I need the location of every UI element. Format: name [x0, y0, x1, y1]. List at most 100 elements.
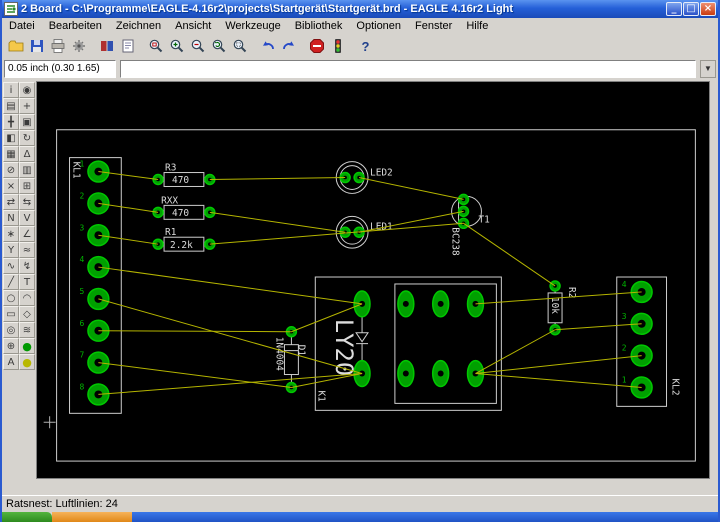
- kl2-pin-number: 3: [622, 312, 627, 321]
- via-tool-icon[interactable]: ◎: [3, 322, 19, 338]
- rotate-tool-icon[interactable]: ↻: [19, 130, 35, 146]
- command-input[interactable]: [120, 60, 696, 78]
- minimize-button[interactable]: _: [666, 2, 682, 16]
- library-book-icon: [99, 38, 115, 54]
- zoom-out-icon: [190, 38, 206, 54]
- airwire[interactable]: [210, 178, 345, 180]
- mark-tool-icon[interactable]: +: [19, 98, 35, 114]
- errors-tool-icon[interactable]: ●: [19, 354, 35, 370]
- paste-tool-icon[interactable]: ▥: [19, 162, 35, 178]
- kl1-pin-number: 7: [79, 351, 84, 360]
- menu-fenster[interactable]: Fenster: [408, 19, 459, 33]
- airwire[interactable]: [98, 267, 362, 304]
- r3-name: R3: [165, 163, 176, 174]
- move-tool-icon[interactable]: ╋: [3, 114, 19, 130]
- board-canvas[interactable]: 12345678 4321 KL1 R3 470 RXX 470 R1 2.2k…: [37, 82, 709, 478]
- airwire[interactable]: [98, 363, 291, 388]
- replace-tool-icon[interactable]: ⇆: [19, 194, 35, 210]
- change-tool-icon[interactable]: Δ: [19, 146, 35, 162]
- delete-tool-icon[interactable]: ×: [3, 178, 19, 194]
- ratsnest-status: Ratsnest: Luftlinien: 24: [6, 498, 118, 510]
- library-button[interactable]: [96, 36, 117, 57]
- pinswap-tool-icon[interactable]: ⇄: [3, 194, 19, 210]
- drill-hole: [438, 301, 444, 307]
- airwire[interactable]: [359, 178, 463, 200]
- kl1-pin-number: 8: [79, 382, 84, 391]
- print-button[interactable]: [47, 36, 68, 57]
- cam-gear-icon: [71, 38, 87, 54]
- airwire[interactable]: [475, 330, 555, 374]
- script-button[interactable]: [117, 36, 138, 57]
- coordinate-display: 0.05 inch (0.30 1.65): [4, 60, 116, 78]
- undo-button[interactable]: [257, 36, 278, 57]
- menu-optionen[interactable]: Optionen: [349, 19, 408, 33]
- airwire[interactable]: [210, 212, 345, 232]
- menu-bearbeiten[interactable]: Bearbeiten: [42, 19, 109, 33]
- open-button[interactable]: [5, 36, 26, 57]
- zoom-out-button[interactable]: [187, 36, 208, 57]
- menu-werkzeuge[interactable]: Werkzeuge: [218, 19, 287, 33]
- ratsnest-tool-icon[interactable]: ●: [19, 338, 35, 354]
- group-tool-icon[interactable]: ▦: [3, 146, 19, 162]
- airwire[interactable]: [555, 324, 642, 330]
- cam-button[interactable]: [68, 36, 89, 57]
- airwire[interactable]: [291, 374, 362, 388]
- arc-tool-icon[interactable]: ◠: [19, 290, 35, 306]
- help-button[interactable]: ?: [355, 36, 376, 57]
- wire-tool-icon[interactable]: ╱: [3, 274, 19, 290]
- taskbar-strip: [132, 512, 720, 522]
- zoom-fit-button[interactable]: [145, 36, 166, 57]
- zoom-select-icon: [232, 38, 248, 54]
- kl2-pads[interactable]: 4321: [622, 280, 652, 398]
- display-tool-icon[interactable]: ▤: [3, 98, 19, 114]
- hole-tool-icon[interactable]: ⊕: [3, 338, 19, 354]
- redo-button[interactable]: [278, 36, 299, 57]
- rect-tool-icon[interactable]: ▭: [3, 306, 19, 322]
- zoom-select-button[interactable]: [229, 36, 250, 57]
- signal-tool-icon[interactable]: ≋: [19, 322, 35, 338]
- split-tool-icon[interactable]: Y: [3, 242, 19, 258]
- close-button[interactable]: ×: [700, 2, 716, 16]
- toolbar: ?: [2, 34, 718, 58]
- miter-tool-icon[interactable]: ∠: [19, 226, 35, 242]
- ripup-tool-icon[interactable]: ↯: [19, 258, 35, 274]
- polygon-tool-icon[interactable]: ◇: [19, 306, 35, 322]
- menu-bibliothek[interactable]: Bibliothek: [288, 19, 350, 33]
- save-button[interactable]: [26, 36, 47, 57]
- stop-button[interactable]: [306, 36, 327, 57]
- text-tool-icon[interactable]: T: [19, 274, 35, 290]
- zoom-in-button[interactable]: [166, 36, 187, 57]
- zoom-redraw-button[interactable]: [208, 36, 229, 57]
- menu-hilfe[interactable]: Hilfe: [459, 19, 495, 33]
- circle-tool-icon[interactable]: ○: [3, 290, 19, 306]
- kl1-pads[interactable]: 12345678: [79, 160, 108, 405]
- info-tool-icon[interactable]: i: [3, 82, 19, 98]
- value-tool-icon[interactable]: V: [19, 210, 35, 226]
- maximize-button[interactable]: □: [683, 2, 699, 16]
- add-tool-icon[interactable]: ⊞: [19, 178, 35, 194]
- route-tool-icon[interactable]: ∿: [3, 258, 19, 274]
- airwire[interactable]: [210, 223, 464, 244]
- smash-tool-icon[interactable]: ∗: [3, 226, 19, 242]
- mirror-tool-icon[interactable]: ◧: [3, 130, 19, 146]
- show-tool-icon[interactable]: ◉: [19, 82, 35, 98]
- name-tool-icon[interactable]: N: [3, 210, 19, 226]
- start-button[interactable]: [0, 512, 52, 522]
- menu-zeichnen[interactable]: Zeichnen: [109, 19, 168, 33]
- k1-pads[interactable]: [354, 291, 483, 387]
- airwire[interactable]: [98, 299, 362, 374]
- command-dropdown-button[interactable]: ▼: [700, 60, 716, 78]
- optimize-tool-icon[interactable]: ≈: [19, 242, 35, 258]
- menu-ansicht[interactable]: Ansicht: [168, 19, 218, 33]
- run-button[interactable]: [327, 36, 348, 57]
- airwire[interactable]: [98, 331, 291, 332]
- kl2-pin-number: 2: [622, 344, 627, 353]
- taskbar-active-window-button[interactable]: [52, 512, 132, 522]
- kl2-pin-number: 1: [622, 375, 627, 384]
- app-icon: [4, 2, 18, 16]
- auto-tool-icon[interactable]: A: [3, 354, 19, 370]
- toolbar-separator: [250, 36, 257, 56]
- menu-datei[interactable]: Datei: [2, 19, 42, 33]
- cut-tool-icon[interactable]: ⊘: [3, 162, 19, 178]
- copy-tool-icon[interactable]: ▣: [19, 114, 35, 130]
